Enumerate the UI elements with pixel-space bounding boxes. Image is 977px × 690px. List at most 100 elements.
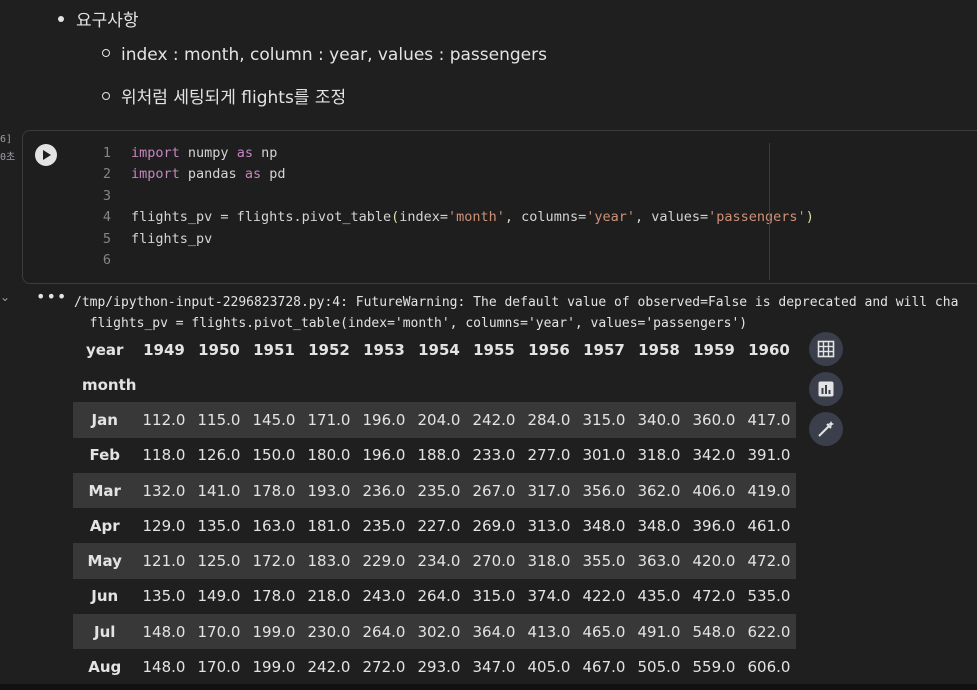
table-cell: 472.0 <box>692 587 736 606</box>
table-cell: 148.0 <box>142 658 186 677</box>
table-cell: 264.0 <box>362 622 406 641</box>
row-index: Mar <box>88 481 121 500</box>
table-cell: 277.0 <box>527 446 571 465</box>
table-cell: 355.0 <box>582 552 626 571</box>
markdown-cell: 요구사항 index : month, column : year, value… <box>0 0 977 130</box>
table-cell: 364.0 <box>472 622 516 641</box>
table-cell: 270.0 <box>472 552 516 571</box>
table-cell: 435.0 <box>637 587 681 606</box>
table-cell: 342.0 <box>692 446 736 465</box>
table-cell: 302.0 <box>417 622 461 641</box>
table-cell: 171.0 <box>307 410 351 429</box>
run-cell-button[interactable] <box>35 144 57 166</box>
table-cell: 229.0 <box>362 552 406 571</box>
table-cell: 196.0 <box>362 446 406 465</box>
table-cell: 264.0 <box>417 587 461 606</box>
table-cell: 145.0 <box>252 410 296 429</box>
code-token: as <box>236 145 253 161</box>
table-cell: 129.0 <box>142 516 186 535</box>
table-cell: 178.0 <box>252 587 296 606</box>
empty-cell <box>686 367 741 402</box>
table-cell: 132.0 <box>142 481 186 500</box>
code-token: flights_pv <box>131 230 213 247</box>
table-cell: 419.0 <box>747 481 791 500</box>
chart-icon[interactable] <box>809 372 843 406</box>
table-row: Feb 118.0 126.0 150.0 180.0 196.0 188.0 233.0 27… <box>73 438 796 473</box>
table-cell: 318.0 <box>637 446 681 465</box>
table-cell: 150.0 <box>252 446 296 465</box>
dataframe-table: year 1949 1950 1951 1952 1953 1954 1955 1956 1957… <box>73 332 797 685</box>
table-cell: 199.0 <box>252 658 296 677</box>
table-cell: 535.0 <box>747 587 791 606</box>
table-cell: 405.0 <box>527 658 571 677</box>
editor-ruler <box>769 143 770 280</box>
empty-cell <box>576 367 631 402</box>
line-number: 1 <box>102 145 111 161</box>
bullet-dot <box>58 16 64 22</box>
chart-icon-glyph <box>818 381 834 397</box>
column-header: 1956 <box>528 340 570 359</box>
table-cell: 172.0 <box>252 552 296 571</box>
table-cell: 272.0 <box>362 658 406 677</box>
column-header: 1954 <box>418 340 460 359</box>
empty-cell <box>246 367 301 402</box>
code-token: ( <box>391 209 400 226</box>
line-number: 5 <box>102 230 111 247</box>
empty-cell <box>466 367 521 402</box>
line-number: 2 <box>102 166 111 183</box>
column-header: 1951 <box>253 340 295 359</box>
table-cell: 204.0 <box>417 410 461 429</box>
table-cell: 313.0 <box>527 516 571 535</box>
table-cell: 183.0 <box>307 552 351 571</box>
code-line[interactable]: 3 <box>83 186 814 207</box>
table-cell: 267.0 <box>472 481 516 500</box>
table-cell: 348.0 <box>637 516 681 535</box>
table-cell: 149.0 <box>197 587 241 606</box>
table-cell: 269.0 <box>472 516 516 535</box>
code-token: , values= <box>634 209 709 226</box>
output-menu-icon[interactable]: ••• <box>36 289 67 305</box>
magic-wand-icon[interactable] <box>809 412 843 446</box>
code-line[interactable]: 5 flights_pv <box>83 229 814 250</box>
table-cell: 317.0 <box>527 481 571 500</box>
table-cell: 180.0 <box>307 446 351 465</box>
table-cell: 422.0 <box>582 587 626 606</box>
table-cell: 318.0 <box>527 552 571 571</box>
table-cell: 491.0 <box>637 622 681 641</box>
table-cell: 235.0 <box>417 481 461 500</box>
row-index: May <box>87 552 122 571</box>
table-row: Jun 135.0 149.0 178.0 218.0 243.0 264.0 315.0 37… <box>73 579 796 614</box>
code-line[interactable]: 2 import pandas as pd <box>83 164 814 185</box>
table-icon[interactable] <box>809 332 843 366</box>
empty-cell <box>631 367 686 402</box>
code-token: pandas <box>179 166 245 183</box>
code-token: index= <box>399 209 449 226</box>
code-token: ) <box>805 209 814 226</box>
empty-cell <box>741 367 796 402</box>
output-collapse-icon[interactable]: ⌄ <box>0 290 10 304</box>
table-row: Jan 112.0 115.0 145.0 171.0 196.0 204.0 242.0 28… <box>73 402 797 438</box>
code-token: import <box>131 145 180 161</box>
table-cell: 606.0 <box>747 658 791 677</box>
table-cell: 170.0 <box>197 658 241 677</box>
table-icon-glyph <box>817 340 835 358</box>
table-cell: 196.0 <box>362 410 406 429</box>
code-line[interactable]: 6 <box>83 250 814 271</box>
code-editor[interactable]: 1 import numpy as np 2 import pandas as pd 3… <box>83 143 814 271</box>
code-token: import <box>131 166 180 183</box>
table-row: Jul 148.0 170.0 199.0 230.0 264.0 302.0 364.0 41… <box>73 614 797 650</box>
index-name-row: month <box>73 367 796 402</box>
table-cell: 465.0 <box>582 622 626 641</box>
code-cell[interactable]: 1 import numpy as np 2 import pandas as pd 3… <box>22 130 977 284</box>
table-cell: 242.0 <box>472 410 516 429</box>
table-cell: 360.0 <box>692 410 736 429</box>
table-cell: 163.0 <box>252 516 296 535</box>
column-header: 1953 <box>363 340 405 359</box>
table-cell: 170.0 <box>197 622 241 641</box>
table-cell: 218.0 <box>307 587 351 606</box>
table-cell: 420.0 <box>692 552 736 571</box>
column-header: 1960 <box>748 340 790 359</box>
code-line[interactable]: 1 import numpy as np <box>83 143 814 164</box>
code-line[interactable]: 4 flights_pv = flights.pivot_table(index=… <box>83 207 814 228</box>
code-token: as <box>244 166 262 183</box>
